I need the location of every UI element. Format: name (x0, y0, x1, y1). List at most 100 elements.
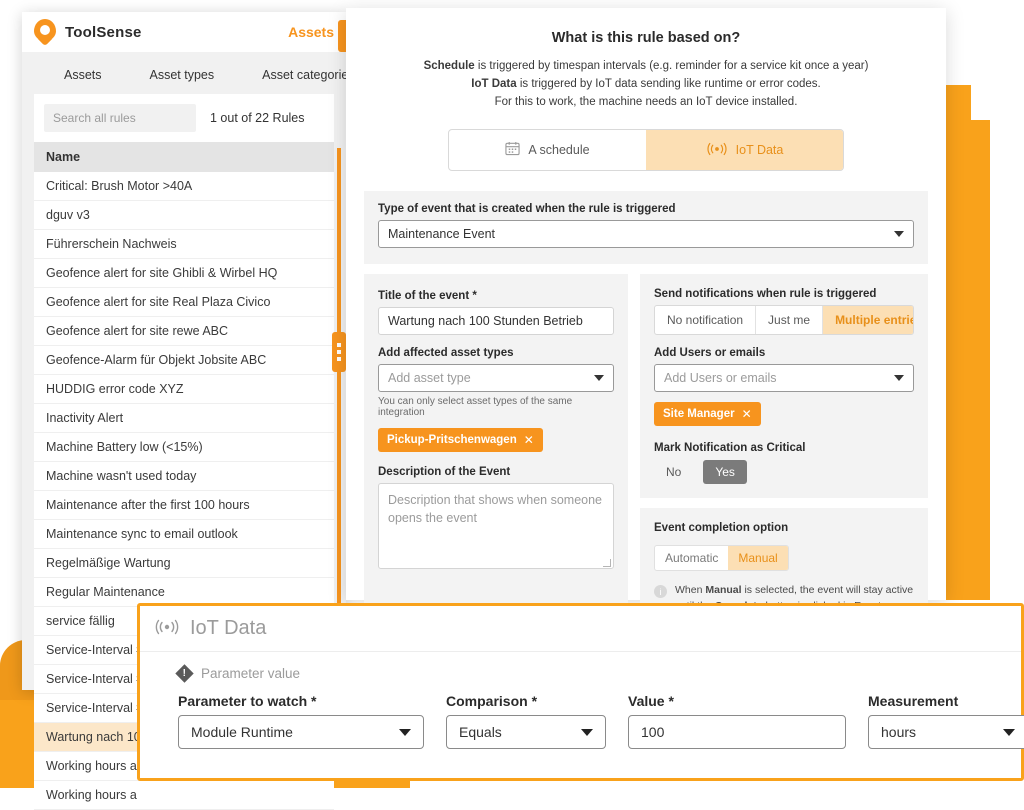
event-description-textarea[interactable]: Description that shows when someone open… (378, 483, 614, 569)
notify-option-multiple[interactable]: Multiple entries (823, 306, 914, 334)
rule-list-item[interactable]: Führerschein Nachweis (34, 230, 334, 259)
iot-panel-body: ! Parameter value Parameter to watch * M… (140, 652, 1021, 749)
iot-panel-title: IoT Data (190, 617, 266, 640)
rule-list-item[interactable]: Geofence alert for site Ghibli & Wirbel … (34, 259, 334, 288)
parameter-to-watch-select[interactable]: Module Runtime (178, 715, 424, 749)
rule-list-item[interactable]: Working hours a (34, 781, 334, 810)
search-input[interactable] (44, 104, 196, 132)
users-label: Add Users or emails (654, 347, 914, 359)
field-parameter-to-watch-label: Parameter to watch * (178, 693, 424, 709)
event-type-value: Maintenance Event (388, 227, 495, 241)
rule-list-item[interactable]: Regelmäßige Wartung (34, 549, 334, 578)
hint-part-1: When (675, 584, 705, 596)
search-row: 1 out of 22 Rules (34, 94, 334, 142)
completion-segmented-control: Automatic Manual (654, 545, 789, 571)
user-chip-label: Site Manager (663, 408, 735, 420)
completion-option-automatic[interactable]: Automatic (655, 546, 728, 570)
info-icon: i (654, 585, 667, 598)
iot-data-panel: IoT Data ! Parameter value Parameter to … (137, 603, 1024, 781)
assets-link[interactable]: Assets (288, 24, 334, 40)
rule-list-item[interactable]: Maintenance sync to email outlook (34, 520, 334, 549)
rule-list-item[interactable]: Geofence alert for site rewe ABC (34, 317, 334, 346)
asset-types-hint: You can only select asset types of the s… (378, 396, 614, 418)
asset-window: ToolSense Assets × Assets Asset types As… (22, 12, 346, 690)
list-column-header-name: Name (34, 142, 334, 172)
event-title-value: Wartung nach 100 Stunden Betrieb (388, 314, 583, 328)
event-title-label: Title of the event * (378, 290, 614, 302)
asset-types-label: Add affected asset types (378, 347, 614, 359)
rule-list-item[interactable]: Geofence-Alarm für Objekt Jobsite ABC (34, 346, 334, 375)
critical-option-no[interactable]: No (654, 460, 693, 484)
warning-diamond-icon: ! (175, 664, 193, 682)
critical-toggle: No Yes (654, 460, 914, 484)
comparison-value: Equals (459, 724, 502, 740)
schedule-strong: Schedule (424, 60, 475, 72)
comparison-select[interactable]: Equals (446, 715, 606, 749)
chevron-down-icon (894, 375, 904, 381)
broadcast-icon (154, 619, 180, 638)
asset-type-select[interactable]: Add asset type (378, 364, 614, 392)
field-value-label: Value * (628, 693, 846, 709)
notify-label: Send notifications when rule is triggere… (654, 288, 914, 300)
notify-option-just-me[interactable]: Just me (756, 306, 823, 334)
toolsense-logo-icon (34, 19, 56, 45)
list-scrollbar-track[interactable] (337, 148, 341, 632)
event-type-select[interactable]: Maintenance Event (378, 220, 914, 248)
asset-window-body: Assets Asset types Asset categories 1 ou… (22, 52, 346, 690)
user-chip[interactable]: Site Manager ✕ (654, 402, 761, 426)
trigger-option-iot-data[interactable]: IoT Data (646, 130, 843, 170)
iot-fields-row: Parameter to watch * Module Runtime Comp… (178, 693, 1021, 749)
notify-option-none[interactable]: No notification (655, 306, 756, 334)
rule-list-item[interactable]: Inactivity Alert (34, 404, 334, 433)
value-input[interactable]: 100 (628, 715, 846, 749)
iot-rest: is triggered by IoT data sending like ru… (517, 78, 821, 90)
calendar-icon (505, 141, 520, 159)
rule-list-item[interactable]: dguv v3 (34, 201, 334, 230)
notify-segmented-control: No notification Just me Multiple entries (654, 305, 914, 335)
field-value: Value * 100 (628, 693, 846, 749)
parameter-to-watch-value: Module Runtime (191, 724, 293, 740)
rule-list-item[interactable]: Critical: Brush Motor >40A (34, 172, 334, 201)
rule-list-item[interactable]: HUDDIG error code XYZ (34, 375, 334, 404)
rule-description-line-3: For this to work, the machine needs an I… (364, 94, 928, 112)
completion-option-manual[interactable]: Manual (728, 546, 787, 570)
chevron-down-icon (594, 375, 604, 381)
rule-description-line-1: Schedule is triggered by timespan interv… (364, 58, 928, 76)
asset-type-placeholder: Add asset type (388, 371, 471, 385)
event-description-label: Description of the Event (378, 466, 614, 478)
resize-grip-icon[interactable] (603, 559, 611, 567)
field-measurement-label: Measurement (868, 693, 1024, 709)
app-name: ToolSense (65, 24, 142, 41)
trigger-option-schedule[interactable]: A schedule (449, 130, 646, 170)
event-description-placeholder: Description that shows when someone open… (388, 493, 602, 525)
rule-list-item[interactable]: Maintenance after the first 100 hours (34, 491, 334, 520)
users-select[interactable]: Add Users or emails (654, 364, 914, 392)
chip-remove-icon[interactable]: ✕ (742, 407, 752, 421)
users-placeholder: Add Users or emails (664, 371, 777, 385)
rule-list-item[interactable]: Geofence alert for site Real Plaza Civic… (34, 288, 334, 317)
rule-list-item[interactable]: Machine Battery low (<15%) (34, 433, 334, 462)
field-comparison-label: Comparison * (446, 693, 606, 709)
list-scrollbar-handle[interactable] (332, 332, 346, 372)
measurement-value: hours (881, 724, 916, 740)
value-input-value: 100 (641, 724, 664, 740)
event-title-input[interactable]: Wartung nach 100 Stunden Betrieb (378, 307, 614, 335)
trigger-type-toggle: A schedule IoT Data (448, 129, 844, 171)
critical-option-yes[interactable]: Yes (703, 460, 747, 484)
measurement-select[interactable]: hours (868, 715, 1024, 749)
notifications-card: Send notifications when rule is triggere… (640, 274, 928, 498)
tab-asset-categories[interactable]: Asset categories (262, 68, 354, 82)
parameter-value-label: Parameter value (201, 666, 300, 681)
critical-label: Mark Notification as Critical (654, 442, 914, 454)
asset-type-chip[interactable]: Pickup-Pritschenwagen ✕ (378, 428, 543, 452)
field-measurement: Measurement hours (868, 693, 1024, 749)
tab-asset-types[interactable]: Asset types (150, 68, 215, 82)
chip-remove-icon[interactable]: ✕ (524, 433, 534, 447)
chevron-down-icon (894, 231, 904, 237)
rule-list-item[interactable]: Machine wasn't used today (34, 462, 334, 491)
tab-assets[interactable]: Assets (64, 68, 102, 82)
asset-type-chip-label: Pickup-Pritschenwagen (387, 434, 517, 446)
field-comparison: Comparison * Equals (446, 693, 606, 749)
trigger-option-iot-data-label: IoT Data (736, 143, 784, 157)
trigger-option-schedule-label: A schedule (528, 143, 589, 157)
